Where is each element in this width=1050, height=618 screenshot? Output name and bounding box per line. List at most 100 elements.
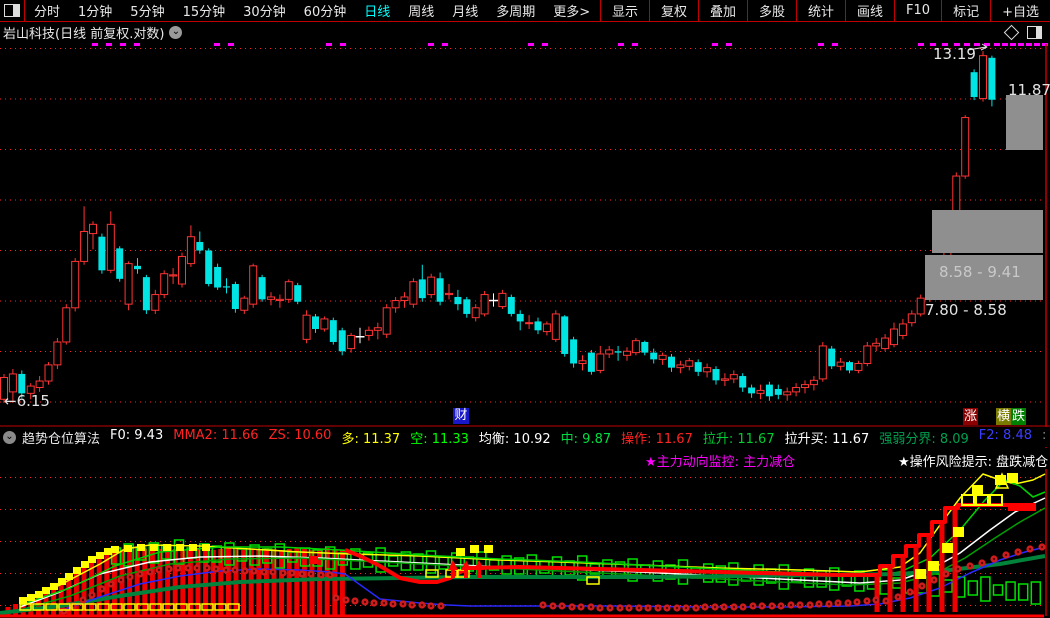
candle-body-up: [410, 282, 417, 304]
main-chart[interactable]: [0, 0, 1050, 618]
signal-dot: [82, 599, 84, 601]
candle-body-down: [517, 314, 524, 321]
yellow-cap: [96, 552, 104, 559]
signal-dot: [685, 607, 687, 609]
candle-body-up: [606, 350, 613, 354]
signal-dot: [771, 605, 773, 607]
yellow-cap: [111, 546, 119, 553]
period-menu-item[interactable]: 5分钟: [121, 1, 173, 20]
candle-body-up: [107, 224, 114, 270]
tag-fall[interactable]: 跌: [1011, 408, 1026, 425]
period-menu-item[interactable]: 日线: [355, 1, 399, 20]
period-menu-item[interactable]: 30分钟: [234, 1, 295, 20]
indicator-field: 操作: 11.67: [621, 428, 693, 447]
indicator-field: 中: 9.87: [561, 428, 611, 447]
candle-body-up: [677, 365, 684, 368]
signal-dot: [897, 596, 899, 598]
signal-dot: [909, 591, 911, 593]
signal-dot: [875, 599, 877, 601]
candle-body-up: [802, 385, 809, 388]
signal-dot: [272, 571, 274, 573]
signal-dot: [364, 601, 366, 603]
candle-body-down: [971, 72, 978, 97]
toolbar-button[interactable]: 显示: [600, 0, 649, 21]
finance-report-badge[interactable]: 财: [453, 408, 469, 424]
candle-body-down: [828, 349, 835, 367]
toolbar-button[interactable]: F10: [894, 0, 941, 21]
yellow-square: [928, 561, 939, 571]
candle-body-up: [704, 368, 711, 372]
yellow-cap: [65, 573, 73, 580]
candle-body-up: [152, 295, 159, 311]
candle-body-down: [454, 297, 461, 304]
diamond-icon[interactable]: [1004, 25, 1020, 41]
signal-dot: [761, 605, 763, 607]
app-window: 分时1分钟5分钟15分钟30分钟60分钟日线周线月线多周期更多> 显示复权叠加多…: [0, 0, 1050, 618]
candle-body-up: [125, 264, 132, 305]
signal-dot: [149, 571, 151, 573]
candle-body-up: [962, 118, 969, 176]
candle-body-up: [303, 315, 310, 339]
signal-dot: [969, 565, 971, 567]
candle-body-down: [695, 362, 702, 372]
signal-dot: [723, 606, 725, 608]
candle-body-down: [846, 362, 853, 370]
signal-dot: [695, 607, 697, 609]
signal-dot: [742, 606, 744, 608]
stock-title[interactable]: 岩山科技(日线 前复权.对数): [3, 23, 164, 42]
period-menu-item[interactable]: 60分钟: [295, 1, 356, 20]
candle-body-up: [348, 335, 355, 348]
pane-split-icon[interactable]: [1027, 26, 1042, 39]
toolbar-button[interactable]: +自选: [990, 0, 1050, 21]
period-menu-item[interactable]: 多周期: [487, 1, 544, 20]
candle-body-up: [721, 379, 728, 380]
window-split-icon[interactable]: [4, 4, 20, 17]
tag-rise[interactable]: 涨: [963, 408, 978, 425]
candle-body-up: [161, 274, 168, 295]
yellow-cap: [42, 587, 50, 594]
signal-dot: [110, 583, 112, 585]
signal-dot: [657, 607, 659, 609]
candle-body-up: [784, 392, 791, 395]
period-menu-item[interactable]: 周线: [399, 1, 443, 20]
collapse-chevron-icon[interactable]: ⌄: [3, 431, 16, 444]
candle-body-down: [561, 316, 568, 354]
trend-box: [439, 557, 448, 569]
signal-dot: [647, 607, 649, 609]
candle-body-down: [588, 353, 595, 372]
toolbar-button[interactable]: 标记: [941, 0, 990, 21]
candle-body-up: [891, 329, 898, 345]
signal-dot: [129, 576, 131, 578]
zone-mid-label: 8.58 - 9.41: [925, 255, 1043, 281]
candle-body-down: [196, 242, 203, 251]
signal-dot: [676, 607, 678, 609]
toolbar-button[interactable]: 统计: [796, 0, 845, 21]
period-menu-item[interactable]: 1分钟: [69, 1, 121, 20]
indicator-name[interactable]: 趋势仓位算法: [22, 428, 100, 447]
yellow-cap: [137, 544, 145, 551]
candle-body-down: [748, 388, 755, 394]
period-menu-item[interactable]: 月线: [443, 1, 487, 20]
toolbar-button[interactable]: 叠加: [698, 0, 747, 21]
indicator-field: ZS: 10.60: [269, 428, 332, 447]
tag-sideways[interactable]: 横: [996, 408, 1011, 425]
signal-dot: [430, 605, 432, 607]
period-menu-item[interactable]: 15分钟: [174, 1, 235, 20]
toolbar-button[interactable]: 多股: [747, 0, 796, 21]
chevron-down-icon[interactable]: ⌄: [169, 26, 182, 39]
toolbar-button[interactable]: 画线: [845, 0, 894, 21]
candle-body-up: [659, 355, 666, 359]
yellow-square: [953, 527, 964, 537]
candle-body-up: [401, 297, 408, 301]
candle-body-up: [499, 293, 506, 306]
candle-body-up: [250, 266, 257, 304]
period-menu-item[interactable]: 分时: [25, 1, 69, 20]
signal-dot: [837, 602, 839, 604]
period-menu-item[interactable]: 更多>: [544, 1, 599, 20]
signal-dot: [263, 571, 265, 573]
indicator-values: F0: 9.43MMA2: 11.66ZS: 10.60多: 11.37空: 1…: [110, 428, 1050, 447]
candle-body-down: [668, 357, 675, 368]
toolbar-button[interactable]: 复权: [649, 0, 698, 21]
candle-body-down: [18, 374, 25, 393]
yellow-square: [470, 545, 479, 553]
